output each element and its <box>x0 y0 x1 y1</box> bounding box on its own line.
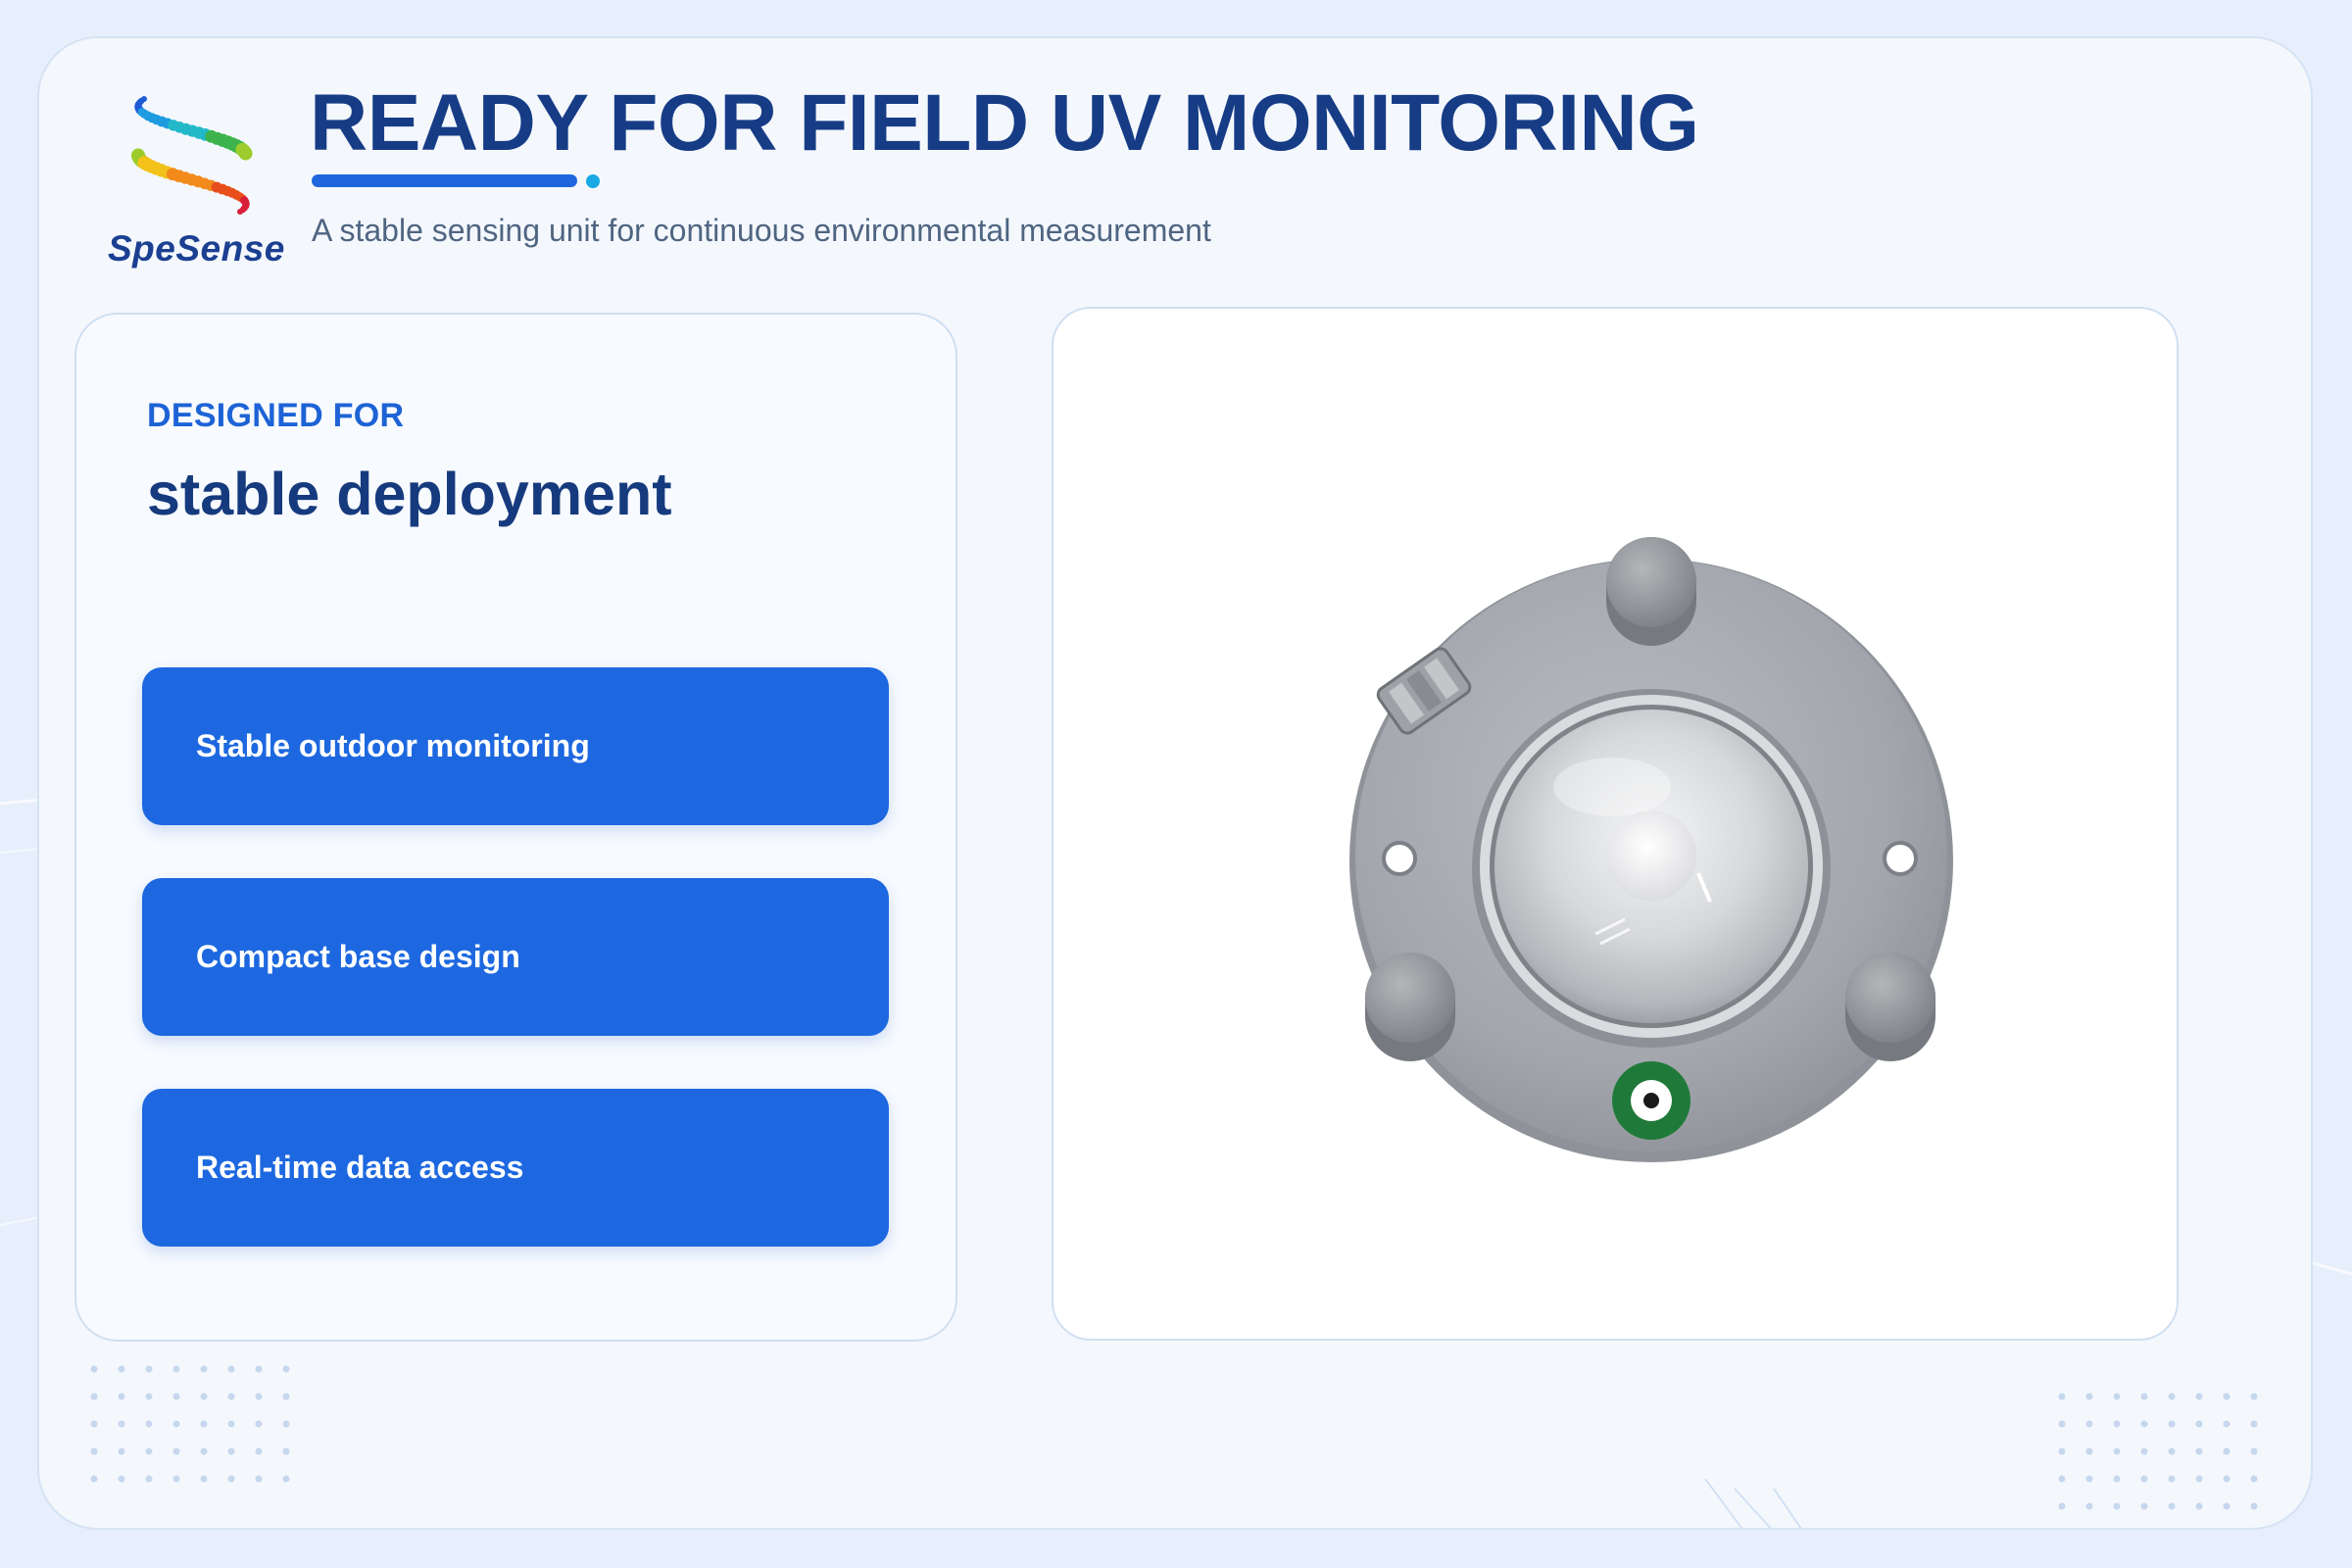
card-eyebrow: DESIGNED FOR <box>147 397 405 434</box>
card-heading: stable deployment <box>147 461 672 527</box>
logo-mark-icon <box>131 96 253 215</box>
bubble-level <box>1612 1061 1690 1140</box>
title-underline-dot <box>586 174 600 188</box>
page-subtitle: A stable sensing unit for continuous env… <box>312 213 1211 248</box>
title-underline <box>312 174 577 187</box>
brand-name: SpeSense <box>108 228 285 269</box>
feature-item-real-time-data-access: Real-time data access <box>142 1089 889 1247</box>
feature-item-stable-outdoor-monitoring: Stable outdoor monitoring <box>142 667 889 825</box>
uv-sensor-image <box>1349 537 1953 1162</box>
spesense-logo: SpeSense <box>104 81 300 269</box>
features-card: DESIGNED FOR stable deployment Stable ou… <box>74 313 957 1342</box>
page-title: READY FOR FIELD UV MONITORING <box>310 78 1699 168</box>
feature-item-compact-base-design: Compact base design <box>142 878 889 1036</box>
